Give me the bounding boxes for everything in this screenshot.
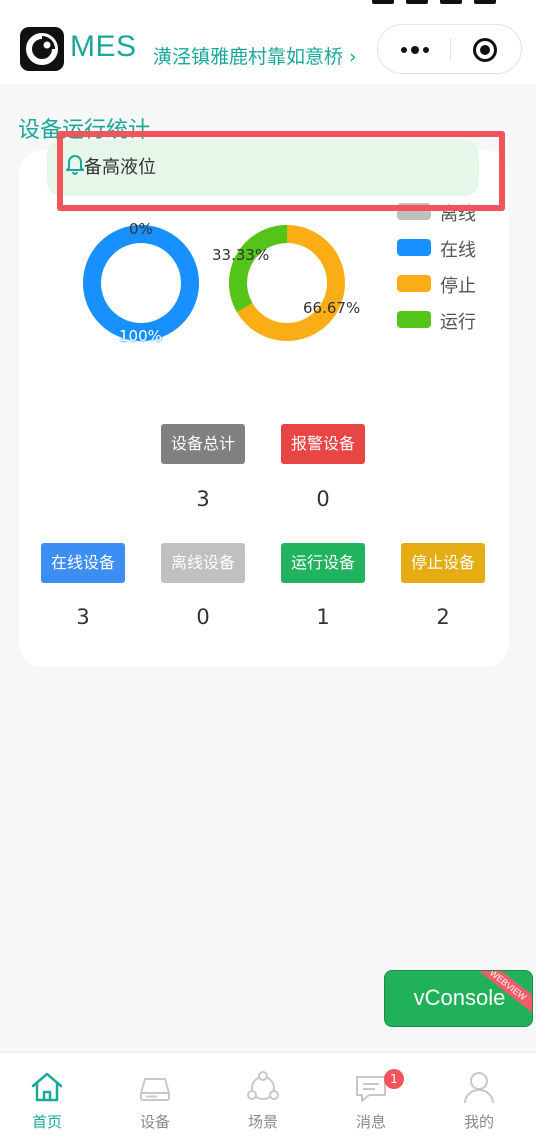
online-devices-value: 3 xyxy=(76,605,90,629)
legend-label: 运行 xyxy=(440,312,476,333)
stop-percent-label: 66.67% xyxy=(303,299,361,317)
tab-messages[interactable]: 1 消息 xyxy=(317,1053,425,1140)
stopped-devices-button[interactable]: 停止设备 xyxy=(401,543,485,583)
app-logo xyxy=(20,27,64,71)
tab-label: 设备 xyxy=(139,1113,170,1131)
tab-label: 我的 xyxy=(463,1113,494,1131)
legend-label: 在线 xyxy=(440,240,476,261)
running-devices-button[interactable]: 运行设备 xyxy=(281,543,365,583)
stopped-devices-value: 2 xyxy=(436,605,450,629)
vconsole-button[interactable]: vConsole WEBVIEW xyxy=(384,970,533,1027)
more-icon[interactable] xyxy=(398,43,432,57)
alarm-devices-button[interactable]: 报警设备 xyxy=(281,424,365,464)
message-badge: 1 xyxy=(384,1069,404,1089)
location-selector[interactable]: 潢泾镇雅鹿村靠如意桥 › xyxy=(153,42,357,69)
running-devices-value: 1 xyxy=(316,605,330,629)
legend-swatch xyxy=(397,275,431,292)
tab-label: 消息 xyxy=(355,1113,386,1131)
legend-swatch xyxy=(397,203,431,220)
tab-label: 首页 xyxy=(31,1113,62,1131)
mini-program-capsule xyxy=(377,24,522,74)
bottom-tab-bar: 首页 设备 场景 1 消息 我的 xyxy=(0,1052,536,1140)
online-slice xyxy=(83,225,199,341)
tab-profile[interactable]: 我的 xyxy=(425,1053,533,1140)
message-icon xyxy=(356,1076,386,1102)
alarm-devices-value: 0 xyxy=(316,487,330,511)
capsule-divider xyxy=(450,38,451,62)
online-percent-label: 100% xyxy=(119,327,162,345)
notice-text: 备高液位 xyxy=(84,157,156,178)
tab-home[interactable]: 首页 xyxy=(0,1053,101,1140)
run-percent-label: 33.33% xyxy=(212,246,270,264)
total-devices-button[interactable]: 设备总计 xyxy=(161,424,245,464)
online-status-donut xyxy=(83,225,199,341)
app-name: MES xyxy=(70,30,137,63)
tab-scenes[interactable]: 场景 xyxy=(209,1053,317,1140)
tab-devices[interactable]: 设备 xyxy=(101,1053,209,1140)
scene-icon xyxy=(247,1071,279,1100)
legend-label: 离线 xyxy=(440,204,476,225)
tab-label: 场景 xyxy=(247,1113,278,1131)
bell-icon xyxy=(66,155,84,175)
online-devices-button[interactable]: 在线设备 xyxy=(41,543,125,583)
legend-swatch xyxy=(397,311,431,328)
top-bar: MES 潢泾镇雅鹿村靠如意桥 › xyxy=(0,0,536,84)
device-icon xyxy=(139,1078,171,1101)
run-status-donut xyxy=(229,225,345,341)
total-devices-value: 3 xyxy=(196,487,210,511)
close-target-icon[interactable] xyxy=(472,37,498,63)
logo-icon xyxy=(26,33,58,65)
legend-label: 停止 xyxy=(440,276,476,297)
user-icon xyxy=(464,1072,494,1104)
home-icon xyxy=(31,1072,63,1102)
offline-percent-label: 0% xyxy=(129,220,153,238)
legend-swatch xyxy=(397,239,431,256)
status-bar xyxy=(316,0,496,6)
offline-devices-value: 0 xyxy=(196,605,210,629)
offline-devices-button[interactable]: 离线设备 xyxy=(161,543,245,583)
